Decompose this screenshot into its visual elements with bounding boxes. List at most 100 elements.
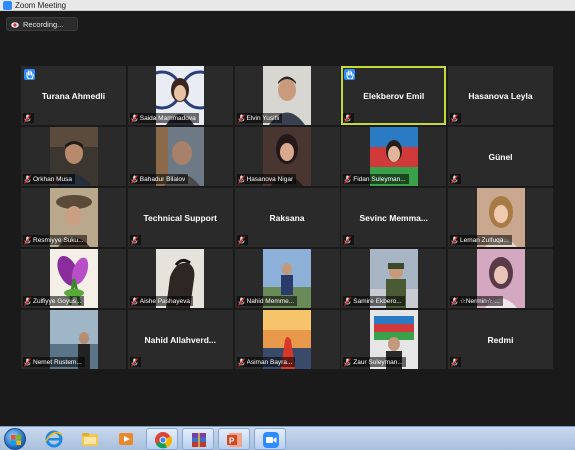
participant-display-name: Raksana (269, 212, 305, 223)
taskbar-media-button[interactable] (110, 428, 142, 450)
participant-tile[interactable]: Sevinc Memma... (341, 188, 447, 247)
participant-tile[interactable]: Aishe Pashayeva (127, 249, 233, 308)
participant-name-bar (236, 235, 248, 245)
taskbar-zoom-button[interactable] (254, 428, 286, 450)
recording-label: Recording... (23, 20, 64, 29)
participant-name-bar: Resmiyye Suku... (23, 235, 87, 245)
participant-name-bar: Asiman Bayra... (236, 357, 296, 367)
participant-tile[interactable]: Leman Zulfuqa... (448, 188, 553, 247)
svg-text:P: P (229, 437, 235, 446)
taskbar-explorer-button[interactable] (74, 428, 106, 450)
participant-name: Elvin Yusifli (246, 114, 280, 122)
participant-tile[interactable]: Saida Mammadova (127, 66, 233, 125)
participant-name-bar (129, 357, 141, 367)
start-button[interactable] (4, 428, 26, 450)
participant-tile[interactable]: Redmi (448, 310, 553, 369)
mic-muted-icon (24, 357, 31, 367)
participant-name: Zulfiyye Goyus... (33, 297, 82, 305)
participant-name: Bahadur Bilalov (139, 175, 186, 183)
taskbar-winrar-button[interactable] (182, 428, 214, 450)
participant-tile[interactable]: ☆Nermin☆ ... (448, 249, 553, 308)
participant-name-bar: Zulfiyye Goyus... (23, 296, 85, 306)
participant-tile[interactable]: Asiman Bayra... (234, 310, 340, 369)
winrar-icon (192, 433, 206, 447)
participant-tile[interactable]: Resmiyye Suku... (21, 188, 126, 247)
mic-muted-icon (451, 357, 458, 367)
taskbar-ie-button[interactable] (38, 428, 70, 450)
taskbar-powerpoint-button[interactable]: P (218, 428, 250, 450)
participant-tile[interactable]: Hasanova Leyla (448, 66, 553, 125)
recording-indicator[interactable]: Recording... (6, 17, 78, 31)
participant-name-bar: Bahadur Bilalov (129, 174, 189, 184)
participant-tile[interactable]: Nahid Allahverd... (127, 310, 233, 369)
participant-tile[interactable]: Fidan Suleyman... (341, 127, 447, 186)
participant-name: Samire Ekbero... (353, 297, 402, 305)
media-player-icon (119, 433, 133, 445)
participant-display-name: Günel (488, 151, 513, 162)
participant-name: Aishe Pashayeva (139, 297, 190, 305)
participant-name-bar (450, 357, 461, 367)
participant-name-bar: Nahid Memme... (236, 296, 298, 306)
participant-name-bar (450, 113, 461, 123)
participant-name: Orkhan Musa (33, 175, 73, 183)
participant-tile[interactable]: Samire Ekbero... (341, 249, 447, 308)
mic-muted-icon (237, 296, 245, 306)
participant-tile[interactable]: Zaur Suleyman... (341, 310, 447, 369)
mic-muted-icon (344, 296, 352, 306)
raised-hand-icon (24, 69, 35, 80)
participant-tile[interactable]: Günel (448, 127, 553, 186)
participant-grid: Turana Ahmedli Saida Mammadova Elvin Yusif… (21, 66, 553, 369)
mic-muted-icon (24, 174, 31, 184)
windows-taskbar: P (0, 426, 575, 450)
mic-muted-icon (130, 174, 138, 184)
participant-tile[interactable]: Raksana (234, 188, 340, 247)
participant-name-bar (23, 113, 34, 123)
mic-muted-icon (237, 357, 245, 367)
mic-muted-icon (130, 296, 138, 306)
participant-name: Asiman Bayra... (246, 358, 293, 366)
raised-hand-icon (344, 69, 356, 80)
mic-muted-icon (344, 357, 352, 367)
mic-muted-icon (24, 235, 31, 245)
participant-tile[interactable]: Elvin Yusifli (234, 66, 340, 125)
mic-muted-icon (130, 357, 138, 367)
taskbar-chrome-button[interactable] (146, 428, 178, 450)
participant-name: Resmiyye Suku... (33, 236, 84, 244)
participant-name-bar: Samire Ekbero... (343, 296, 405, 306)
participant-tile[interactable]: Turana Ahmedli (21, 66, 126, 125)
participant-tile[interactable]: Nahid Memme... (234, 249, 340, 308)
mic-muted-icon (344, 113, 352, 123)
participant-display-name: Nahid Allahverd... (144, 334, 216, 345)
participant-name-bar (343, 113, 355, 123)
participant-name: Leman Zulfuqa... (460, 236, 509, 244)
participant-name-bar: Saida Mammadova (129, 113, 199, 123)
participant-name: Nemet Rustem... (33, 358, 82, 366)
mic-muted-icon (237, 174, 245, 184)
mic-muted-icon (24, 113, 31, 123)
mic-muted-icon (24, 296, 31, 306)
participant-tile[interactable]: Elekberov Emil (341, 66, 447, 125)
window-title: Zoom Meeting (15, 1, 67, 10)
participant-name-bar (129, 235, 141, 245)
participant-name-bar: Zaur Suleyman... (343, 357, 406, 367)
participant-tile[interactable]: Hasanova Nigar (234, 127, 340, 186)
participant-display-name: Technical Support (143, 212, 218, 223)
participant-name: Nahid Memme... (246, 297, 295, 305)
participant-tile[interactable]: Orkhan Musa (21, 127, 126, 186)
participant-name-bar: ☆Nermin☆ ... (450, 296, 503, 306)
zoom-app-icon (3, 1, 12, 10)
mic-muted-icon (130, 235, 138, 245)
participant-tile[interactable]: Technical Support (127, 188, 233, 247)
participant-tile[interactable]: Bahadur Bilalov (127, 127, 233, 186)
participant-name-bar: Nemet Rustem... (23, 357, 85, 367)
participant-tile[interactable]: Zulfiyye Goyus... (21, 249, 126, 308)
participant-display-name: Sevinc Memma... (359, 212, 428, 223)
cloud-record-icon (11, 22, 19, 28)
participant-name: Hasanova Nigar (246, 175, 294, 183)
participant-tile[interactable]: Nemet Rustem... (21, 310, 126, 369)
mic-muted-icon (344, 235, 352, 245)
mic-muted-icon (451, 235, 458, 245)
mic-muted-icon (451, 174, 458, 184)
mic-muted-icon (344, 174, 352, 184)
folder-icon (82, 433, 98, 446)
